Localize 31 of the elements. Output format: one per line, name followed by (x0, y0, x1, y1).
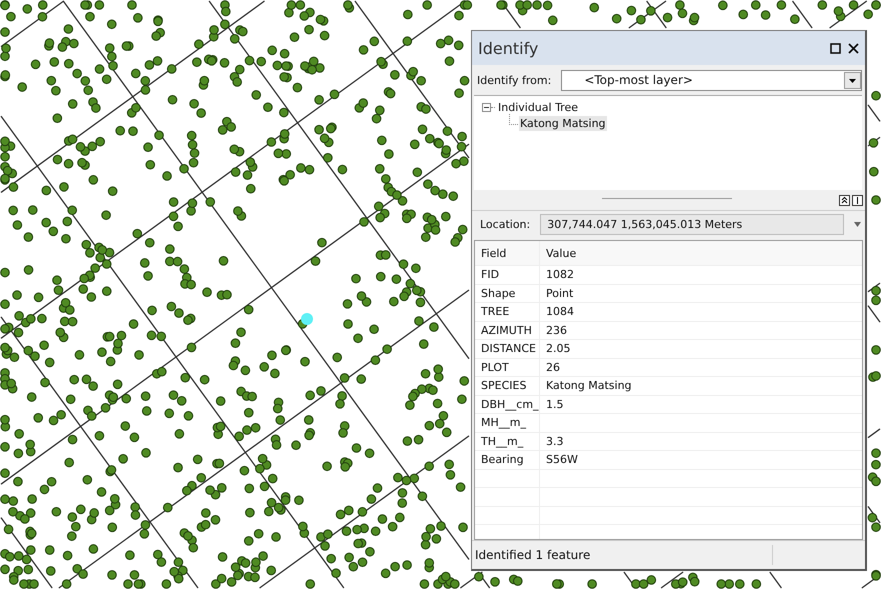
layer-dropdown[interactable]: <Top-most layer> (561, 70, 862, 90)
field-cell: FID (475, 266, 540, 284)
field-cell: PLOT (475, 358, 540, 376)
value-cell-text: 236 (545, 322, 568, 339)
field-cell: TH__m_ (475, 432, 540, 450)
value-cell-text: 1082 (545, 267, 575, 284)
field-cell: Bearing (475, 451, 540, 468)
value-cell-text: 2.05 (545, 341, 572, 358)
column-header[interactable]: Value (540, 241, 862, 265)
value-cell-text: 3.3 (545, 434, 564, 450)
value-cell-text: Katong Matsing (545, 378, 633, 394)
location-label: Location: (480, 218, 530, 230)
window-title: Identify (478, 38, 540, 58)
tree-item[interactable]: Individual Tree (497, 100, 579, 114)
value-cell-text: Point (545, 286, 574, 302)
status-text: Identified 1 feature (474, 548, 592, 562)
field-cell: DBH__cm_ (475, 396, 540, 413)
identify-from-label: Identify from: (477, 74, 552, 86)
value-cell-text: 1084 (545, 304, 575, 320)
value-cell-text: 26 (545, 360, 561, 376)
field-cell: Shape (475, 284, 540, 302)
field-cell: AZIMUTH (475, 322, 540, 339)
value-cell-text: S56W (545, 452, 579, 468)
field-cell: TREE (475, 303, 540, 320)
value-cell-text: 1.5 (545, 396, 564, 413)
column-header[interactable]: Field (475, 241, 540, 265)
field-cell: SPECIES (475, 377, 540, 394)
tree-item[interactable]: Katong Matsing (519, 116, 607, 131)
field-cell: DISTANCE (475, 340, 540, 358)
location-field: 307,744.047 1,563,045.013 Meters (540, 214, 844, 234)
field-cell: MH__m_ (475, 414, 540, 432)
